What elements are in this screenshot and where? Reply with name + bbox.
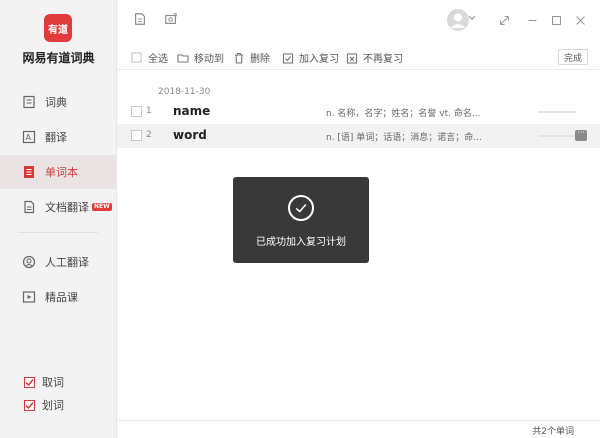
sidebar-item-label: 翻译 [45, 131, 67, 144]
chevron-down-icon[interactable] [467, 13, 477, 23]
save-file-icon[interactable] [132, 11, 148, 27]
review-add-icon [282, 52, 294, 64]
no-review-button[interactable]: 不再复习 [346, 50, 403, 65]
status-bar: 共2个单词 [117, 420, 600, 438]
row-word[interactable]: word [173, 128, 207, 142]
minimize-icon[interactable] [525, 13, 539, 27]
avatar[interactable] [447, 9, 469, 31]
row-index: 1 [146, 106, 152, 116]
delete-button[interactable]: 删除 [233, 50, 270, 65]
select-word-option[interactable]: 划词 [24, 397, 64, 413]
human-translate-icon [22, 255, 36, 269]
move-to-button[interactable]: 移动到 [177, 50, 224, 65]
sidebar-item-label: 文档翻译 [45, 201, 89, 214]
app-title: 网易有道词典 [22, 51, 95, 65]
svg-text:A: A [26, 133, 32, 142]
sidebar-item-label: 词典 [45, 96, 67, 109]
sidebar-item-wordbook[interactable]: 单词本 [0, 155, 116, 189]
more-options-icon[interactable]: ··· [575, 129, 587, 141]
date-group-label: 2018-11-30 [158, 87, 211, 97]
table-row[interactable]: 1 name n. 名称，名字；姓名；名誉 vt. 命名... [117, 100, 600, 124]
app-logo: 有道 [44, 14, 72, 42]
delete-label: 删除 [250, 54, 270, 65]
toast-message: 已成功加入复习计划 [256, 237, 346, 248]
wordbook-toolbar: 全选 移动到 删除 加入复习 不再复习 完成 [117, 44, 600, 70]
row-checkbox[interactable] [131, 106, 142, 117]
done-button[interactable]: 完成 [558, 49, 588, 65]
sidebar-item-label: 精品课 [45, 291, 78, 304]
checkmark-icon [288, 195, 314, 221]
maximize-icon[interactable] [549, 13, 563, 27]
sidebar-item-translate[interactable]: A 翻译 [0, 120, 116, 154]
familiarity-bar [538, 111, 576, 113]
review-remove-icon [346, 52, 358, 64]
no-review-label: 不再复习 [363, 54, 403, 65]
add-review-label: 加入复习 [299, 54, 339, 65]
sidebar-divider [18, 232, 98, 233]
word-count: 共2个单词 [532, 427, 574, 437]
sidebar-item-human-translate[interactable]: 人工翻译 [0, 245, 116, 279]
familiarity-bar [538, 135, 576, 137]
row-definition: n. 名称，名字；姓名；名誉 vt. 命名... [326, 109, 481, 119]
sidebar-item-dictionary[interactable]: 词典 [0, 85, 116, 119]
sidebar: 有道 网易有道词典 词典 A 翻译 单词本 文档翻译 NEW 人工翻译 精品课 … [0, 0, 117, 438]
select-all-button[interactable]: 全选 [131, 50, 168, 65]
row-definition: n. [语] 单词；话语；消息；诺言；命... [326, 133, 482, 143]
success-toast: 已成功加入复习计划 [233, 177, 369, 263]
row-index: 2 [146, 130, 152, 140]
checkbox-icon [131, 51, 143, 64]
folder-icon [177, 52, 189, 64]
pick-word-option[interactable]: 取词 [24, 374, 64, 390]
pick-word-label: 取词 [42, 376, 64, 389]
row-word[interactable]: name [173, 104, 210, 118]
sidebar-item-course[interactable]: 精品课 [0, 280, 116, 314]
book-icon [22, 95, 36, 109]
close-icon[interactable] [573, 13, 587, 27]
table-row[interactable]: 2 word n. [语] 单词；话语；消息；诺言；命... ··· [117, 124, 600, 148]
sidebar-item-label: 单词本 [45, 166, 78, 179]
select-all-label: 全选 [148, 54, 168, 65]
wordbook-icon [22, 165, 36, 179]
new-badge: NEW [92, 203, 112, 211]
sidebar-item-label: 人工翻译 [45, 256, 89, 269]
document-icon [22, 200, 36, 214]
add-review-button[interactable]: 加入复习 [282, 50, 339, 65]
select-word-checkbox[interactable] [24, 399, 35, 411]
trash-icon [233, 52, 245, 64]
mini-mode-icon[interactable] [497, 13, 511, 27]
screenshot-icon[interactable] [163, 11, 179, 27]
sidebar-item-doc-translate[interactable]: 文档翻译 NEW [0, 190, 116, 224]
select-word-label: 划词 [42, 399, 64, 412]
move-to-label: 移动到 [194, 54, 224, 65]
translate-icon: A [22, 130, 36, 144]
course-icon [22, 290, 36, 304]
row-checkbox[interactable] [131, 130, 142, 141]
pick-word-checkbox[interactable] [24, 376, 35, 388]
